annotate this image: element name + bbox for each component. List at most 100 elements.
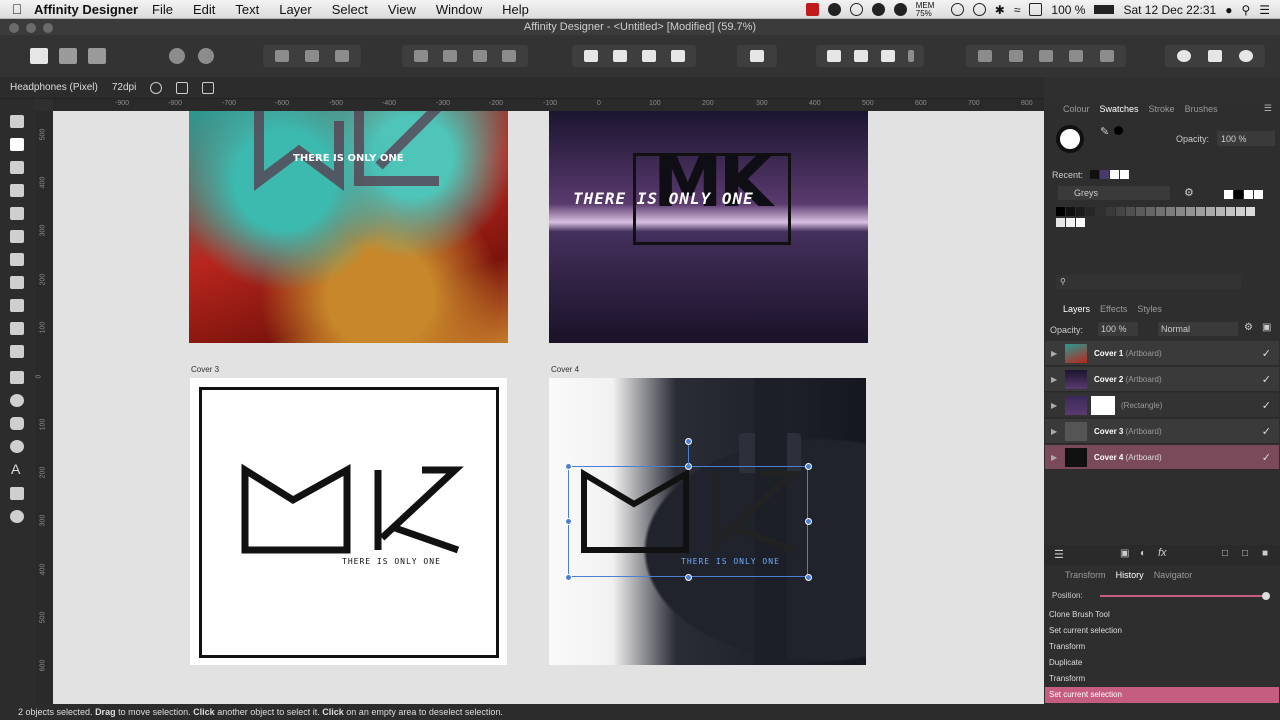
transform-icon[interactable]	[305, 50, 319, 62]
selection-handle[interactable]	[565, 518, 572, 525]
eye-icon[interactable]	[827, 3, 841, 16]
selection-handle[interactable]	[805, 574, 812, 581]
add-boolean-icon[interactable]	[978, 50, 993, 62]
record-icon[interactable]	[805, 3, 819, 16]
history-position-slider[interactable]	[1100, 595, 1266, 597]
layers-stack-icon[interactable]: ☰	[1054, 548, 1064, 561]
subtract-boolean-icon[interactable]	[1008, 50, 1023, 62]
snap-icon[interactable]	[853, 50, 868, 62]
move-back-one-icon[interactable]	[443, 50, 458, 62]
flip-vertical-icon[interactable]	[612, 50, 627, 62]
spotlight-icon[interactable]: ⚲	[1241, 3, 1250, 17]
rounded-rectangle-tool-icon[interactable]	[10, 417, 24, 430]
add-layer-icon[interactable]: □	[1222, 548, 1228, 559]
vector-brush-tool-icon[interactable]	[10, 253, 24, 266]
menu-edit[interactable]: Edit	[193, 2, 215, 17]
crop-tool-icon[interactable]	[10, 345, 24, 358]
hand-tool-icon[interactable]	[10, 487, 24, 500]
selection-handle[interactable]	[565, 463, 572, 470]
layer-opacity-field[interactable]: 100 %	[1098, 322, 1138, 336]
artboard-cover-3[interactable]: THERE IS ONLY ONE	[190, 378, 507, 665]
history-slider-thumb[interactable]	[1262, 592, 1270, 600]
shapes-tool-icon[interactable]	[10, 440, 24, 453]
artboard-tool-icon[interactable]	[10, 115, 24, 128]
magnet-icon[interactable]	[880, 50, 895, 62]
menu-select[interactable]: Select	[332, 2, 368, 17]
none-swatches[interactable]	[1224, 190, 1264, 201]
rotate-right-icon[interactable]	[670, 50, 685, 62]
visibility-checkbox[interactable]: ✓	[1262, 373, 1271, 386]
adjustment-icon[interactable]: ◐	[1140, 548, 1146, 559]
tab-colour[interactable]: Colour	[1058, 104, 1095, 114]
text-tool-icon[interactable]: A	[11, 461, 20, 477]
minimize-window-button[interactable]	[26, 23, 36, 33]
artboard-label-cover-4[interactable]: Cover 4	[551, 365, 579, 374]
menu-view[interactable]: View	[388, 2, 416, 17]
apple-icon[interactable]: 	[0, 1, 34, 17]
tab-layers[interactable]: Layers	[1058, 304, 1095, 314]
palette-options-icon[interactable]: ⚙	[1184, 186, 1194, 199]
corner-tool-icon[interactable]	[10, 184, 24, 197]
palette-dropdown[interactable]: Greys	[1058, 186, 1170, 200]
stroke-fill-swatch[interactable]	[1056, 125, 1084, 153]
snap-dropdown-icon[interactable]	[907, 50, 914, 62]
battery-icon[interactable]	[1094, 5, 1115, 14]
menu-window[interactable]: Window	[436, 2, 482, 17]
pen-tool-icon[interactable]	[10, 207, 24, 220]
swatch-grid[interactable]	[1056, 207, 1261, 229]
selection-handle[interactable]	[805, 518, 812, 525]
mask-icon[interactable]: ▣	[1120, 548, 1129, 559]
artboard-cover-1[interactable]: THERE IS ONLY ONE	[189, 111, 508, 343]
crosshair-icon[interactable]	[150, 81, 163, 94]
history-item[interactable]: Duplicate	[1045, 655, 1279, 671]
settings-flower-icon[interactable]	[168, 48, 185, 64]
tab-effects[interactable]: Effects	[1095, 304, 1132, 314]
tab-stroke[interactable]: Stroke	[1144, 104, 1180, 114]
history-item[interactable]: Clone Brush Tool	[1045, 607, 1279, 623]
move-forward-one-icon[interactable]	[472, 50, 487, 62]
visibility-checkbox[interactable]: ✓	[1262, 425, 1271, 438]
tab-styles[interactable]: Styles	[1132, 304, 1167, 314]
opacity-field[interactable]: 100 %	[1217, 131, 1275, 146]
layer-row[interactable]: ▶ Cover 4 (Artboard) ✓	[1045, 445, 1279, 470]
move-front-icon[interactable]	[502, 50, 517, 62]
ellipse-tool-icon[interactable]	[10, 394, 24, 407]
expand-icon[interactable]: ▶	[1051, 349, 1057, 358]
color-dot-icon[interactable]	[1114, 126, 1123, 135]
tab-transform[interactable]: Transform	[1060, 570, 1111, 580]
selection-handle[interactable]	[565, 574, 572, 581]
notification-icon[interactable]: ☰	[1259, 3, 1270, 17]
designer-persona-icon[interactable]	[29, 48, 48, 64]
align-icon[interactable]	[750, 50, 764, 62]
transform-origin-icon[interactable]	[176, 81, 189, 94]
divide-boolean-icon[interactable]	[1099, 50, 1114, 62]
insert-top-icon[interactable]	[1207, 50, 1222, 62]
expand-icon[interactable]: ▶	[1051, 453, 1057, 462]
zoom-tool-icon[interactable]	[10, 510, 24, 523]
menu-text[interactable]: Text	[235, 2, 259, 17]
canvas[interactable]: THERE IS ONLY ONE MK THERE IS ONLY ONE C…	[53, 111, 1044, 704]
expand-icon[interactable]: ▶	[1051, 401, 1057, 410]
menu-help[interactable]: Help	[502, 2, 529, 17]
selection-handle[interactable]	[685, 574, 692, 581]
rectangle-tool-icon[interactable]	[10, 371, 24, 384]
close-window-button[interactable]	[9, 23, 19, 33]
tab-brushes[interactable]: Brushes	[1180, 104, 1223, 114]
layer-row[interactable]: ▶ (Rectangle) ✓	[1045, 393, 1279, 418]
menu-layer[interactable]: Layer	[279, 2, 312, 17]
panel-menu-icon[interactable]: ☰	[1264, 103, 1272, 114]
gradient-tool-icon[interactable]	[10, 322, 24, 335]
pixel-persona-icon[interactable]	[58, 48, 77, 64]
move-tool-icon[interactable]	[10, 138, 24, 151]
duplicate-layer-icon[interactable]: □	[1242, 548, 1248, 559]
wifi-icon[interactable]: ≈	[1014, 3, 1021, 17]
input-icon[interactable]	[1029, 3, 1043, 16]
disk-icon[interactable]	[893, 3, 907, 16]
expand-icon[interactable]: ▶	[1051, 375, 1057, 384]
selection-bounding-box[interactable]	[568, 466, 808, 577]
tab-swatches[interactable]: Swatches	[1095, 104, 1144, 114]
grid-icon[interactable]	[826, 50, 841, 62]
artboard-label-cover-3[interactable]: Cover 3	[191, 365, 219, 374]
insert-behind-icon[interactable]	[1177, 50, 1192, 62]
visibility-checkbox[interactable]: ✓	[1262, 451, 1271, 464]
